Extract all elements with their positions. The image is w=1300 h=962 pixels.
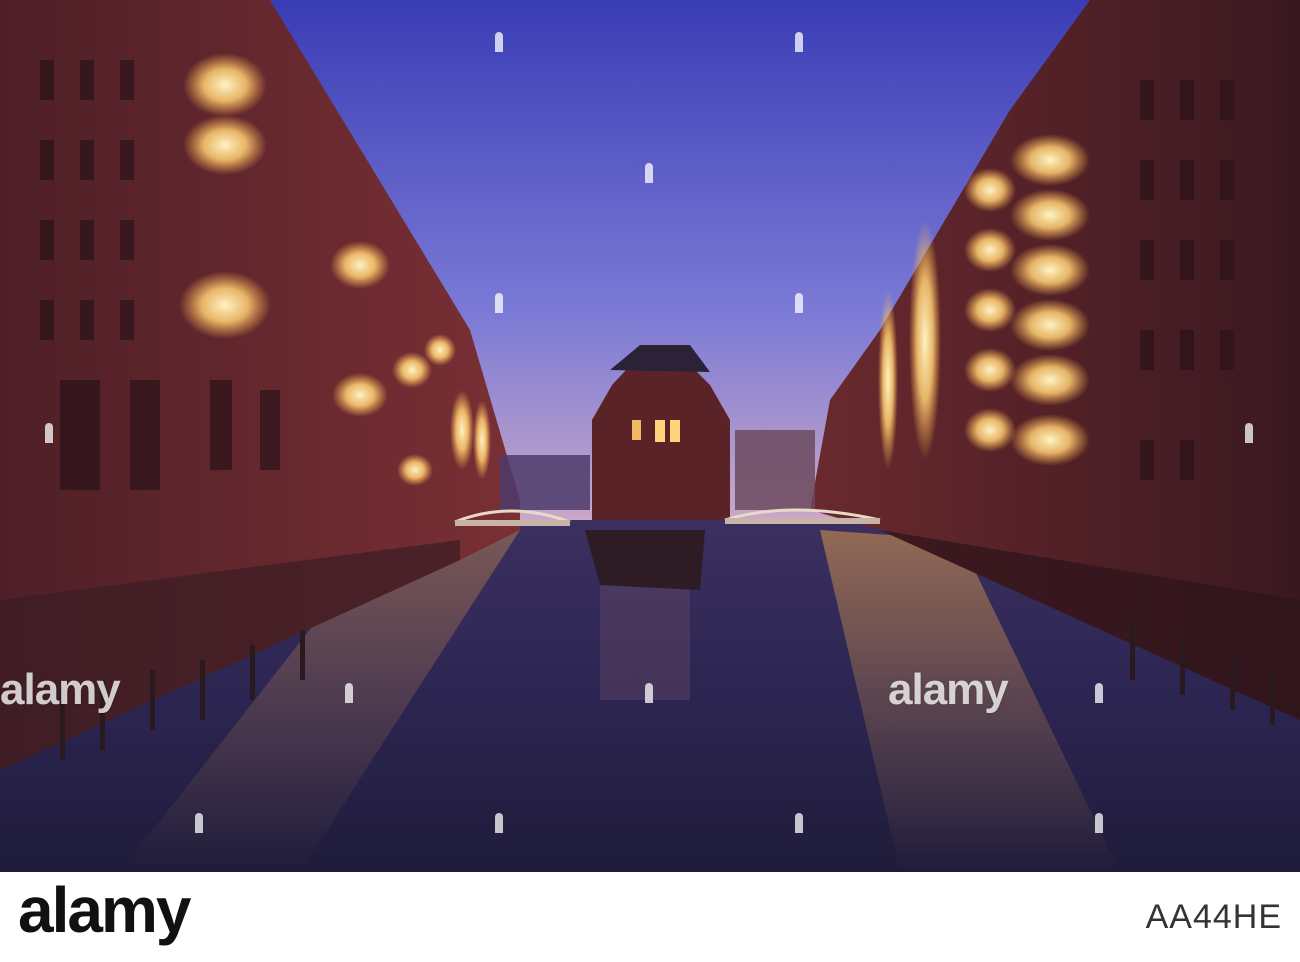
watermark-mark [645,163,653,183]
watermark-right: alamy [888,665,1009,714]
footer-bar: alamy AA44HE [0,872,1300,962]
image-code: AA44HE [1145,898,1282,936]
watermark-mark [495,32,503,52]
watermark-mark [45,423,53,443]
watermark-mark [1245,423,1253,443]
watermark-left: alamy [0,665,121,714]
watermark-mark [795,32,803,52]
watermark-mark [1095,683,1103,703]
photo: alamy alamy [0,0,1300,872]
watermark-mark [495,813,503,833]
watermark-mark [1095,813,1103,833]
watermark-mark [495,293,503,313]
watermark-mark [195,813,203,833]
alamy-logo: alamy [18,874,191,946]
canal-scene [0,0,1300,872]
watermark-mark [795,293,803,313]
watermark-mark [645,683,653,703]
watermark-mark [345,683,353,703]
watermark-mark [795,813,803,833]
